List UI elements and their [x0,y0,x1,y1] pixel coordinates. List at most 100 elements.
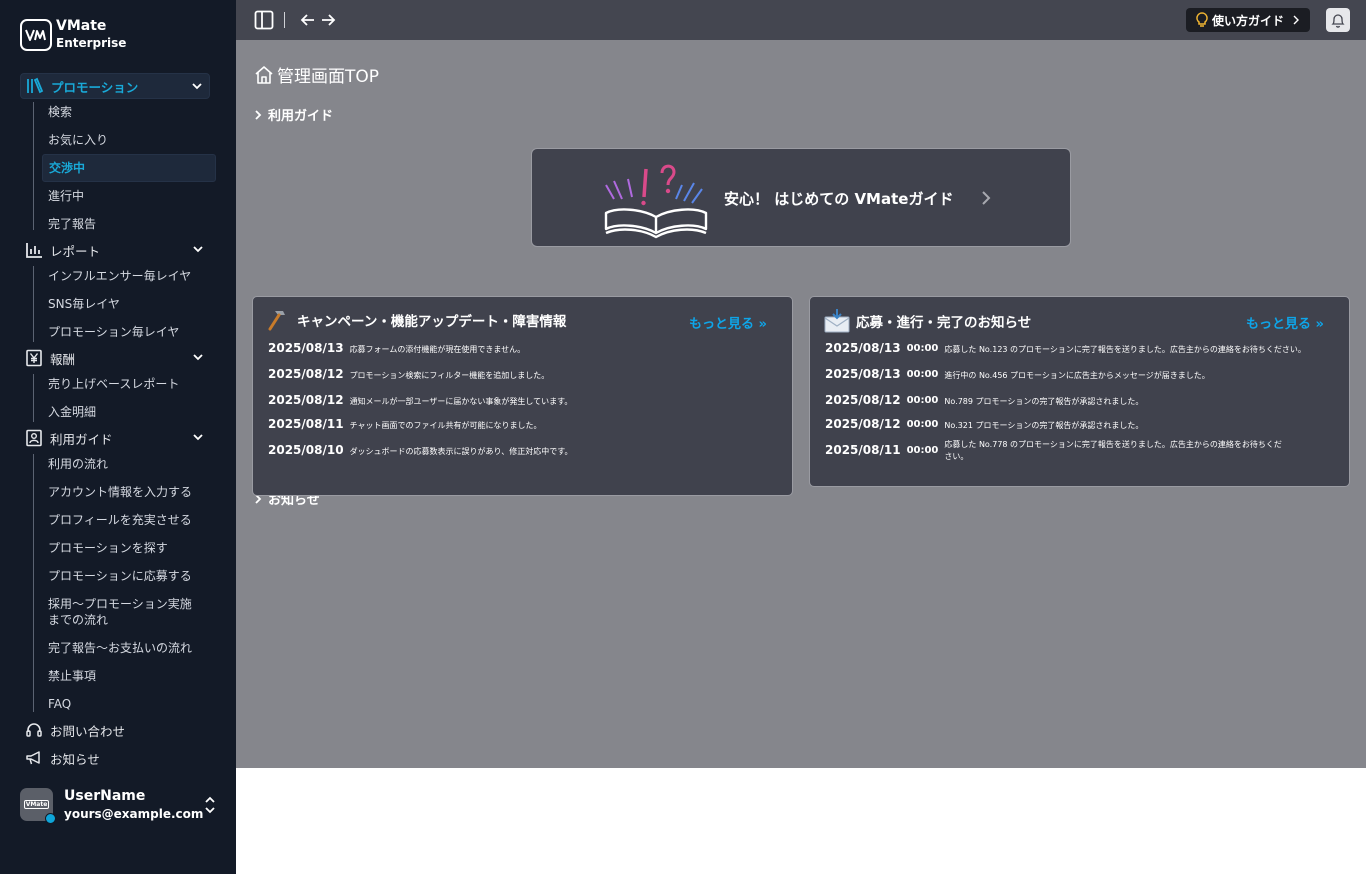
list-item[interactable]: 2025/08/10 ダッシュボードの応募数表示に誤りがあり、修正対応中です。 [268,443,572,458]
nav-link-label: お知らせ [50,751,100,767]
sidebar-item-faq[interactable]: FAQ [48,696,71,712]
item-date: 2025/08/13 [268,341,344,355]
nav-link-contact[interactable]: お問い合わせ [20,717,210,743]
sidebar-item-promotion-layer[interactable]: プロモーション毎レイヤ [48,324,179,340]
sidebar-item-sales-report[interactable]: 売り上げベースレポート [48,376,179,392]
sidebar-item-enrich-profile[interactable]: プロフィールを充実させる [48,512,192,528]
toolbar-divider [284,12,285,28]
sidebar-item-favorites[interactable]: お気に入り [48,132,108,148]
list-item[interactable]: 2025/08/12 通知メールが一部ユーザーに届かない事象が発生しています。 [268,393,572,408]
user-menu[interactable]: VMate UserName yours@example.com [20,787,220,827]
sidebar: VMate Enterprise プロモーション 検索 お気に入り 交渉中 進行… [0,0,236,874]
item-message: No.789 プロモーションの完了報告が承認されました。 [944,397,1144,406]
sidebar-item-payment-flow[interactable]: 完了報告〜お支払いの流れ [48,640,192,656]
brand-edition: Enterprise [56,36,127,50]
item-date: 2025/08/13 [825,341,901,355]
nav-section-label: プロモーション [51,79,139,95]
usage-guide-button[interactable]: 使い方ガイド [1186,8,1310,32]
card-header: 応募・進行・完了のお知らせ [824,309,1031,333]
chevron-down-icon [192,83,202,90]
item-date: 2025/08/12 [825,393,901,407]
item-time: 00:00 [906,343,939,354]
guide-icon [23,428,45,448]
sidebar-item-find-promotion[interactable]: プロモーションを探す [48,540,168,556]
headset-icon [23,720,45,740]
sidebar-toggle-icon[interactable] [254,10,274,30]
bell-icon [1331,13,1345,28]
sidebar-item-prohibited[interactable]: 禁止事項 [48,668,96,684]
back-arrow-icon[interactable] [300,12,316,28]
list-item[interactable]: 2025/08/11 00:00 応募した No.778 のプロモーションに完了報告… [825,439,1284,463]
list-item[interactable]: 2025/08/12 プロモーション検索にフィルター機能を追加しました。 [268,367,549,382]
sidebar-item-enter-account[interactable]: アカウント情報を入力する [48,484,192,500]
chevron-right-icon [254,109,262,121]
item-message: ダッシュボードの応募数表示に誤りがあり、修正対応中です。 [349,447,573,456]
item-date: 2025/08/11 [825,443,901,457]
list-item[interactable]: 2025/08/11 チャット画面でのファイル共有が可能になりました。 [268,417,541,432]
sidebar-item-usage-flow[interactable]: 利用の流れ [48,456,108,472]
nav-section-report[interactable]: レポート [20,237,210,263]
sidebar-item-search[interactable]: 検索 [48,104,72,120]
online-status-dot [45,813,56,824]
nav-section-reward[interactable]: 報酬 [20,345,210,371]
beginner-guide-label: 安心！ はじめての VMateガイド [724,190,954,208]
nav-section-guide[interactable]: 利用ガイド [20,425,210,451]
nav-link-news[interactable]: お知らせ [20,745,210,771]
megaphone-icon [23,748,45,768]
hammer-icon [267,309,291,331]
sidebar-item-influencer-layer[interactable]: インフルエンサー毎レイヤ [48,268,191,284]
item-date: 2025/08/12 [268,367,344,381]
item-message: 応募フォームの添付機能が現在使用できません。 [349,345,526,354]
item-date: 2025/08/11 [268,417,344,431]
yen-icon [23,348,45,368]
item-message: 応募した No.123 のプロモーションに完了報告を送りました。広告主からの連絡… [944,345,1306,354]
item-date: 2025/08/10 [268,443,344,457]
campaign-news-card: キャンペーン・機能アップデート・障害情報 もっと見る » 2025/08/13 応… [252,296,793,496]
sidebar-item-sns-layer[interactable]: SNS毎レイヤ [48,296,120,312]
lightbulb-icon [1196,12,1208,28]
item-message: 通知メールが一部ユーザーに届かない事象が発生しています。 [349,397,573,406]
card-title: 応募・進行・完了のお知らせ [856,315,1032,331]
open-book-illustration [602,159,710,243]
item-message: チャット画面でのファイル共有が可能になりました。 [349,421,542,430]
item-date: 2025/08/12 [268,393,344,407]
card-header: キャンペーン・機能アップデート・障害情報 [267,309,566,331]
notice-more-link[interactable]: もっと見る » [1246,313,1324,332]
nav-section-label: 利用ガイド [50,431,113,447]
item-time: 00:00 [906,445,939,456]
envelope-icon [824,309,850,333]
bar-chart-icon [23,240,45,260]
sidebar-item-payment-details[interactable]: 入金明細 [48,404,96,420]
item-message: No.321 プロモーションの完了報告が承認されました。 [944,421,1144,430]
nav-link-label: お問い合わせ [50,723,126,739]
sidebar-item-apply-promotion[interactable]: プロモーションに応募する [48,568,192,584]
avatar-logo: VMate [23,800,50,809]
forward-arrow-icon[interactable] [320,12,336,28]
campaign-more-link[interactable]: もっと見る » [689,313,767,332]
user-email: yours@example.com [64,807,204,821]
guide-collapse-toggle[interactable]: 利用ガイド [254,105,333,124]
nav-section-promotion[interactable]: プロモーション [20,73,210,99]
list-item[interactable]: 2025/08/12 00:00 No.321 プロモーションの完了報告が承認されま… [825,417,1143,432]
item-message: 応募した No.778 のプロモーションに完了報告を送りました。広告主からの連絡… [944,440,1282,461]
user-name: UserName [64,788,146,804]
chevron-right-icon [980,189,992,211]
beginner-guide-banner[interactable]: 安心！ はじめての VMateガイド [531,148,1071,247]
sidebar-item-hiring-flow[interactable]: 採用〜プロモーション実施 までの流れ [48,596,192,628]
sidebar-item-negotiating[interactable]: 交渉中 [42,154,216,182]
nav-section-label: レポート [50,243,101,259]
list-item[interactable]: 2025/08/12 00:00 No.789 プロモーションの完了報告が承認されま… [825,393,1143,408]
list-item[interactable]: 2025/08/13 00:00 応募した No.123 のプロモーションに完了報告… [825,341,1306,356]
brand-name: VMate [56,18,107,34]
item-date: 2025/08/13 [825,367,901,381]
brand[interactable]: VMate Enterprise [20,18,126,52]
sidebar-item-completion-report[interactable]: 完了報告 [48,216,96,232]
item-message: 進行中の No.456 プロモーションに広告主からメッセージが届きました。 [944,371,1210,380]
list-item[interactable]: 2025/08/13 応募フォームの添付機能が現在使用できません。 [268,341,525,356]
notification-button[interactable] [1326,8,1350,32]
nav-section-label: 報酬 [50,351,76,367]
chevron-down-icon [193,434,203,441]
list-item[interactable]: 2025/08/13 00:00 進行中の No.456 プロモーションに広告主から… [825,367,1210,382]
chevron-up-down-icon[interactable] [204,795,216,815]
sidebar-item-in-progress[interactable]: 進行中 [48,188,84,204]
